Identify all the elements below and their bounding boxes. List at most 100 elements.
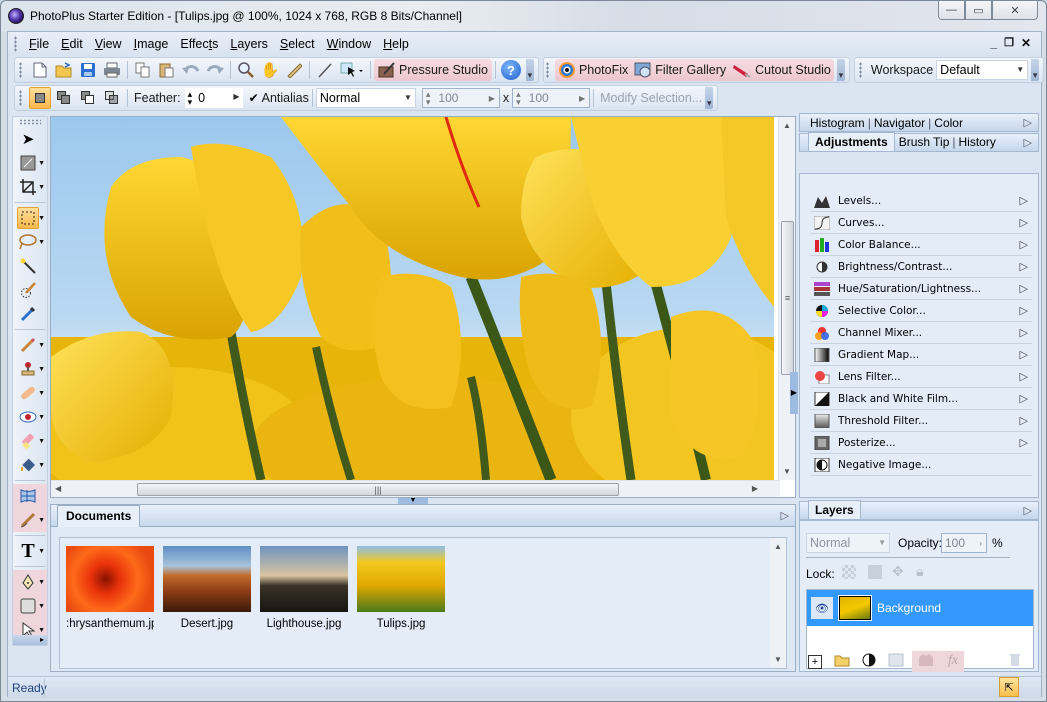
tab-history[interactable]: History — [959, 135, 996, 151]
smudge-tool[interactable]: ▼ — [13, 508, 47, 532]
pen-path-tool[interactable]: ▼ — [13, 570, 47, 594]
menu-view[interactable]: View — [89, 35, 128, 53]
tab-brush-tip[interactable]: Brush Tip — [899, 135, 950, 151]
lock-position-button[interactable]: ✥ — [892, 563, 904, 580]
toolbar-grip[interactable] — [19, 90, 22, 106]
tab-histogram[interactable]: Histogram — [810, 116, 865, 130]
menu-layers[interactable]: Layers — [224, 35, 274, 53]
documents-scrollbar[interactable]: ▲ ▼ — [770, 538, 786, 668]
external-window-button[interactable]: ⇱ — [999, 677, 1019, 697]
selection-intersect-button[interactable] — [101, 87, 123, 109]
layer-visibility-toggle[interactable]: 👁︎ — [811, 597, 833, 619]
filter-gallery-button[interactable]: Filter Gallery — [634, 62, 726, 78]
height-input[interactable]: ▴ ▾ 100 ▶ — [512, 88, 591, 108]
toolbar-grip[interactable] — [14, 36, 17, 52]
feather-input[interactable]: ▴ ▾ 0 ▶ — [184, 88, 243, 108]
lock-all-button[interactable]: 🔒︎ — [916, 563, 923, 580]
selection-new-button[interactable] — [29, 87, 51, 109]
red-eye-tool[interactable]: ▼ — [13, 405, 47, 429]
slider-arrow-icon[interactable]: ▶ — [233, 92, 239, 101]
pointer-tool-button[interactable] — [338, 59, 366, 81]
menu-help[interactable]: Help — [377, 35, 415, 53]
warp-tool[interactable] — [13, 484, 47, 508]
document-thumbnail[interactable]: Tulips.jpg — [357, 546, 445, 630]
delete-layer-button[interactable] — [1008, 653, 1022, 670]
adjustment-threshold-filter[interactable]: Threshold Filter... ▷ — [810, 410, 1032, 432]
scroll-right-icon[interactable]: ▶ — [752, 484, 758, 493]
menu-edit[interactable]: Edit — [55, 35, 89, 53]
move-tool[interactable]: ➤ — [13, 127, 47, 151]
pressure-studio-button[interactable]: Pressure Studio — [374, 59, 492, 81]
adjustment-hue-saturation[interactable]: Hue/Saturation/Lightness... ▷ — [810, 278, 1032, 300]
ruler-tool-button[interactable] — [283, 59, 305, 81]
tab-adjustments[interactable]: Adjustments — [808, 132, 895, 151]
shape-tool[interactable]: ▼ — [13, 594, 47, 618]
selection-add-button[interactable] — [53, 87, 75, 109]
panel-menu-button[interactable]: ▷ — [1024, 504, 1032, 517]
panel-menu-button[interactable]: ▷ — [781, 509, 789, 522]
minimize-button[interactable]: — — [938, 1, 965, 20]
fill-tool[interactable]: ▼ — [13, 453, 47, 477]
color-picker-tool[interactable] — [13, 302, 47, 326]
add-mask-button[interactable] — [888, 653, 904, 670]
panels-collapse-handle[interactable]: ▶ — [790, 372, 798, 414]
panel-menu-button[interactable]: ▷ — [1024, 116, 1032, 129]
doc-restore-button[interactable]: ❐ — [1004, 36, 1014, 50]
save-button[interactable] — [77, 59, 99, 81]
toolbar-overflow-button[interactable]: ▾ — [836, 59, 845, 81]
text-tool[interactable]: T ▼ — [13, 539, 47, 563]
menu-effects[interactable]: Effects — [174, 35, 224, 53]
toolbar-overflow-button[interactable]: ▾ — [705, 87, 714, 109]
selection-brush-tool[interactable] — [13, 278, 47, 302]
tab-documents[interactable]: Documents — [57, 505, 141, 527]
doc-close-button[interactable]: ✕ — [1021, 36, 1031, 50]
width-input[interactable]: ▴ ▾ 100 ▶ — [421, 88, 500, 108]
print-button[interactable] — [101, 59, 123, 81]
layer-blend-mode-select[interactable]: Normal ▼ — [806, 533, 890, 553]
patch-tool[interactable]: ▼ — [13, 381, 47, 405]
scroll-left-icon[interactable]: ◀ — [55, 484, 61, 493]
tab-color[interactable]: Color — [934, 116, 963, 130]
selection-subtract-button[interactable] — [77, 87, 99, 109]
opacity-input[interactable]: 100 › — [941, 533, 987, 553]
new-layer-group-button[interactable] — [834, 653, 850, 670]
rectangle-selection-tool[interactable]: ▼ — [13, 206, 47, 230]
maximize-button[interactable]: ▭ — [965, 1, 992, 20]
canvas-vertical-scrollbar[interactable]: ▲ ≡ ▼ — [778, 117, 795, 480]
layer-fx-button[interactable]: fx — [948, 653, 958, 670]
new-layer-button[interactable]: + — [808, 654, 822, 669]
undo-button[interactable] — [180, 59, 202, 81]
cutout-studio-button[interactable]: Cutout Studio — [732, 62, 831, 78]
vertical-scroll-thumb[interactable]: ≡ — [781, 221, 794, 375]
adjustment-color-balance[interactable]: Color Balance... ▷ — [810, 234, 1032, 256]
lock-transparency-button[interactable] — [842, 565, 856, 579]
close-button[interactable]: ✕ — [992, 1, 1038, 20]
document-thumbnail[interactable]: Lighthouse.jpg — [260, 546, 348, 630]
new-button[interactable] — [29, 59, 51, 81]
toolbar-overflow-button[interactable]: ▾ — [525, 59, 534, 81]
transform-tool[interactable]: ▼ — [13, 151, 47, 175]
paste-button[interactable] — [156, 59, 178, 81]
image-canvas[interactable] — [51, 117, 774, 480]
paintbrush-tool[interactable]: ▼ — [13, 333, 47, 357]
toolbox-grip[interactable] — [19, 119, 41, 125]
lasso-tool[interactable]: ▼ — [13, 230, 47, 254]
eraser-tool[interactable]: ▼ — [13, 429, 47, 453]
toolbox-expand-button[interactable]: ▸ — [13, 635, 47, 645]
tab-layers[interactable]: Layers — [808, 500, 861, 519]
open-button[interactable] — [53, 59, 75, 81]
pen-tool-button[interactable] — [314, 59, 336, 81]
scroll-up-icon[interactable]: ▲ — [783, 121, 791, 130]
adjustment-gradient-map[interactable]: Gradient Map... ▷ — [810, 344, 1032, 366]
clipping-mask-button[interactable] — [918, 653, 934, 670]
help-button[interactable]: ? — [500, 60, 521, 80]
horizontal-scroll-thumb[interactable]: ||| — [137, 483, 619, 496]
adjustment-channel-mixer[interactable]: Channel Mixer... ▷ — [810, 322, 1032, 344]
toolbar-grip[interactable] — [545, 62, 549, 78]
hand-tool-button[interactable]: ✋ — [259, 59, 281, 81]
toolbar-overflow-button[interactable]: ▾ — [1031, 59, 1040, 81]
canvas-horizontal-scrollbar[interactable]: ◀ ||| ▶ — [51, 480, 780, 497]
document-thumbnail[interactable]: Desert.jpg — [163, 546, 251, 630]
adjustment-posterize[interactable]: Posterize... ▷ — [810, 432, 1032, 454]
toolbar-grip[interactable] — [858, 62, 862, 78]
